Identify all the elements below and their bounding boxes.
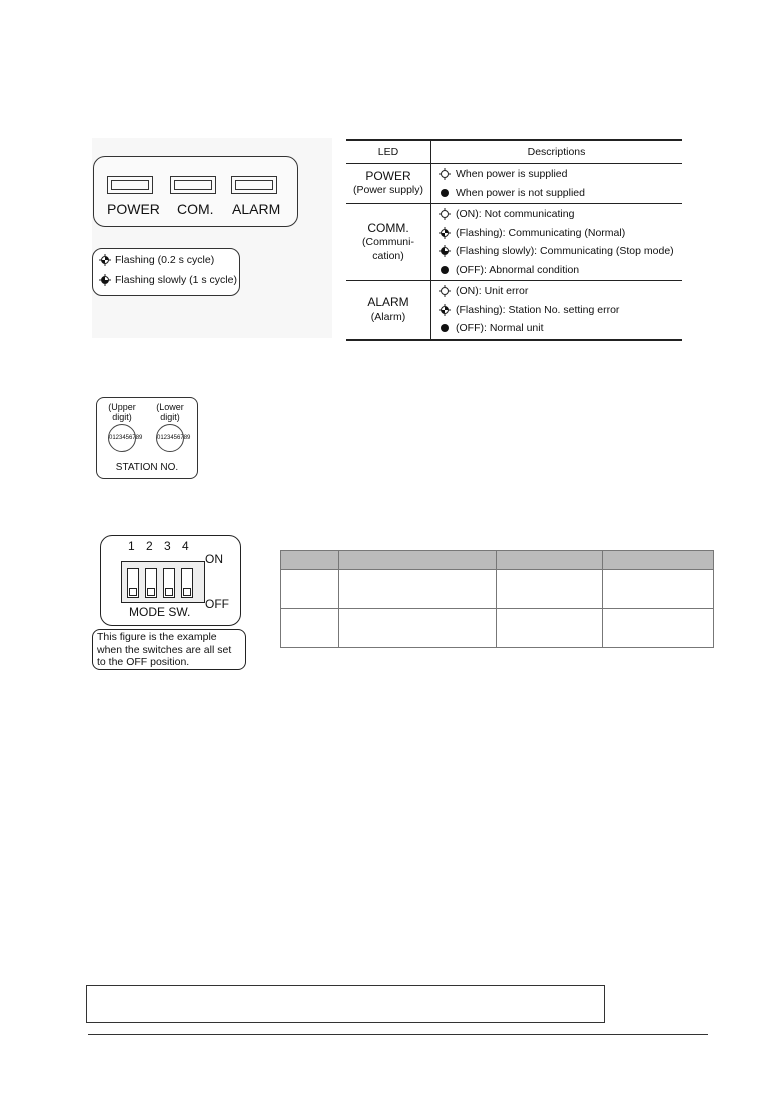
led-flashing-slowly-icon [439, 245, 451, 258]
table-row: ALARM (Alarm) (ON): Unit error (Flashing): … [346, 280, 682, 341]
legend-text: Flashing slowly (1 s cycle) [115, 274, 237, 286]
alarm-led [231, 176, 277, 194]
dip-switch-2[interactable] [145, 568, 157, 598]
led-name-line: (Power supply) [352, 184, 424, 197]
mode-switch: 1 2 3 4 ON OFF MODE SW. [100, 535, 241, 626]
dip-switch-block [121, 561, 205, 603]
description-text: When power is not supplied [456, 186, 585, 199]
on-label: ON [205, 552, 223, 566]
description-text: (Flashing): Communicating (Normal) [456, 226, 626, 239]
upper-digit-dial[interactable]: 0123456789 [108, 424, 142, 452]
description-item: (ON): Not communicating [432, 205, 681, 224]
description-item: (Flashing): Station No. setting error [432, 301, 681, 320]
description-text: (OFF): Abnormal condition [456, 263, 580, 276]
led-off-icon [439, 322, 451, 334]
lower-digit-label: (Lower digit) [156, 402, 184, 422]
description-text: (Flashing): Station No. setting error [456, 303, 620, 316]
table-row: COMM. (Communi-cation) (ON): Not communica… [346, 203, 682, 281]
led-name-line: POWER [365, 168, 411, 183]
led-off-icon [439, 264, 451, 276]
note-box [86, 985, 605, 1023]
description-text: When power is supplied [456, 168, 568, 181]
switch-number: 4 [182, 539, 189, 553]
station-no-switch: (Upper digit) (Lower digit) 0123456789 0… [96, 397, 198, 479]
led-name-line: ALARM [367, 295, 409, 310]
led-name: COMM. (Communi-cation) [346, 203, 431, 281]
led-panel: POWER COM. ALARM [93, 156, 298, 227]
table-row: POWER (Power supply) When power is supplie… [346, 163, 682, 204]
legend-text: Flashing (0.2 s cycle) [115, 254, 215, 266]
com-label: COM. [177, 201, 214, 217]
header-led: LED [346, 139, 431, 164]
led-flashing-icon [439, 303, 451, 316]
led-flashing-slowly-icon [99, 274, 111, 286]
switch-number: 1 [128, 539, 135, 553]
led-on-icon [439, 285, 451, 298]
led-name: ALARM (Alarm) [346, 280, 431, 341]
off-label: OFF [205, 597, 229, 611]
description-item: (Flashing slowly): Communicating (Stop m… [432, 242, 681, 261]
mode-switch-note: This figure is the example when the swit… [92, 629, 246, 670]
mode-switch-table [280, 550, 714, 648]
led-on-icon [439, 208, 451, 221]
switch-number: 3 [164, 539, 171, 553]
led-flashing-icon [439, 226, 451, 239]
led-legend: Flashing (0.2 s cycle) Flashing slowly (… [92, 248, 240, 296]
led-name: POWER (Power supply) [346, 163, 431, 204]
dip-switch-3[interactable] [163, 568, 175, 598]
footer-rule [88, 1034, 708, 1035]
led-name-line: cation) [372, 249, 404, 262]
led-descriptions: (ON): Not communicating (Flashing): Commu… [430, 203, 682, 281]
description-text: (Flashing slowly): Communicating (Stop m… [456, 245, 674, 258]
led-on-icon [439, 168, 451, 181]
led-descriptions: (ON): Unit error (Flashing): Station No. … [430, 280, 682, 341]
description-item: (Flashing): Communicating (Normal) [432, 224, 681, 243]
header-descriptions: Descriptions [430, 139, 682, 164]
dip-switch-4[interactable] [181, 568, 193, 598]
upper-digit-label: (Upper digit) [108, 402, 136, 422]
mode-sw-title: MODE SW. [129, 605, 191, 619]
led-descriptions: When power is supplied When power is not … [430, 163, 682, 204]
description-item: When power is supplied [432, 165, 681, 184]
dip-switch-1[interactable] [127, 568, 139, 598]
description-item: (OFF): Abnormal condition [432, 261, 681, 280]
description-item: When power is not supplied [432, 184, 681, 203]
description-text: (ON): Not communicating [456, 208, 575, 221]
led-name-line: (Alarm) [370, 310, 406, 323]
led-name-line: (Communi- [362, 236, 414, 249]
led-off-icon [439, 187, 451, 199]
lower-digit-dial[interactable]: 0123456789 [156, 424, 190, 452]
led-flashing-icon [99, 254, 111, 266]
power-led [107, 176, 153, 194]
led-description-table: LED Descriptions POWER (Power supply) When … [346, 139, 682, 341]
power-label: POWER [107, 201, 160, 217]
document-page: POWER COM. ALARM Flashing (0.2 s cycle) … [0, 0, 774, 1094]
com-led [170, 176, 216, 194]
alarm-label: ALARM [232, 201, 281, 217]
switch-number: 2 [146, 539, 153, 553]
led-name-line: COMM. [367, 220, 409, 235]
description-item: (OFF): Normal unit [432, 319, 681, 338]
description-text: (OFF): Normal unit [456, 322, 544, 335]
description-item: (ON): Unit error [432, 282, 681, 301]
station-no-title: STATION NO. [115, 462, 179, 473]
description-text: (ON): Unit error [456, 285, 529, 298]
